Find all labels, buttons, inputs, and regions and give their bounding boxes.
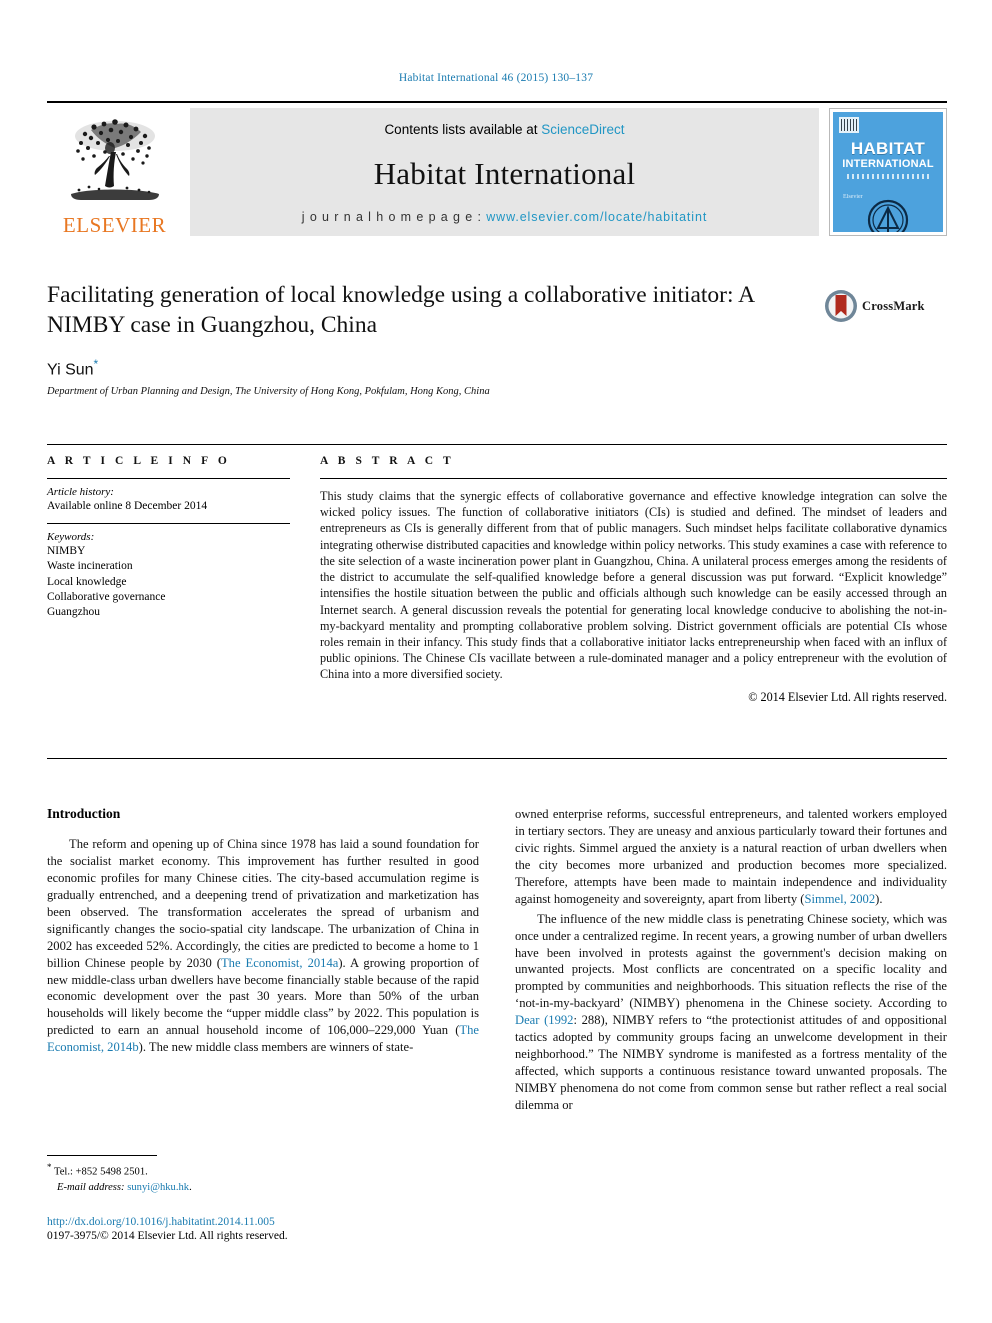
footnote-email-tail: . xyxy=(189,1181,192,1193)
journal-name: Habitat International xyxy=(373,155,636,191)
citation-dear-1992[interactable]: Dear (1992 xyxy=(515,1013,573,1027)
footnote-email-label: E-mail address: xyxy=(57,1181,125,1193)
article-history-label: Article history: xyxy=(47,486,114,498)
paragraph-text: The influence of the new middle class is… xyxy=(515,911,947,1011)
paragraph-right-2: The influence of the new middle class is… xyxy=(515,911,947,1114)
cover-barcode-icon xyxy=(839,117,859,133)
paragraph-right-1: owned enterprise reforms, successful ent… xyxy=(515,806,947,908)
author-line: Yi Sun* xyxy=(47,357,807,379)
keyword-item: Waste incineration xyxy=(47,560,133,573)
crossmark-badge[interactable]: CrossMark xyxy=(824,289,944,323)
keyword-item: NIMBY xyxy=(47,545,86,558)
footnote-email-link[interactable]: sunyi@hku.hk xyxy=(127,1182,189,1193)
abstract-heading: A B S T R A C T xyxy=(320,455,455,467)
issn-copyright: 0197-3975/© 2014 Elsevier Ltd. All right… xyxy=(47,1230,288,1243)
journal-banner: ELSEVIER Contents lists available at Sci… xyxy=(47,101,947,236)
info-abstract-section: A R T I C L E I N F O Article history: A… xyxy=(47,444,947,705)
doi-link[interactable]: http://dx.doi.org/10.1016/j.habitatint.2… xyxy=(47,1215,547,1229)
column-gap xyxy=(290,455,320,705)
article-info-column: A R T I C L E I N F O Article history: A… xyxy=(47,455,290,705)
paragraph-text: ). xyxy=(875,891,883,906)
right-column: owned enterprise reforms, successful ent… xyxy=(515,806,947,1117)
section-title-introduction: Introduction xyxy=(47,806,121,821)
author-name: Yi Sun xyxy=(47,361,94,379)
elsevier-tree-icon xyxy=(70,119,159,200)
article-info-heading: A R T I C L E I N F O xyxy=(47,455,231,467)
homepage-label: j o u r n a l h o m e p a g e : xyxy=(301,210,487,224)
keywords-block: Keywords: NIMBY Waste incineration Local… xyxy=(47,524,290,629)
journal-banner-center: Contents lists available at ScienceDirec… xyxy=(190,108,819,236)
crossmark-label: CrossMark xyxy=(862,298,925,313)
paragraph-left-1: The reform and opening up of China since… xyxy=(47,836,479,1056)
crossmark-icon xyxy=(825,290,857,322)
cover-small-note: Elsevier xyxy=(843,194,863,200)
page-footer: http://dx.doi.org/10.1016/j.habitatint.2… xyxy=(47,1215,547,1244)
iahs-emblem-icon xyxy=(867,199,909,232)
cover-rule xyxy=(847,174,929,179)
footnote-tel-text: Tel.: +852 5498 2501. xyxy=(51,1166,148,1178)
footnote-email: E-mail address: sunyi@hku.hk. xyxy=(47,1180,479,1195)
body-columns: Introduction The reform and opening up o… xyxy=(47,806,947,1117)
paper-page: Habitat International 46 (2015) 130–137 xyxy=(0,0,992,1323)
abstract-rule-bottom xyxy=(47,758,947,759)
paragraph-text: : 288), NIMBY refers to “the protectioni… xyxy=(515,1013,948,1112)
running-head: Habitat International 46 (2015) 130–137 xyxy=(398,72,594,84)
affiliation: Department of Urban Planning and Design,… xyxy=(47,386,490,398)
left-column: Introduction The reform and opening up o… xyxy=(47,806,479,1117)
contents-prefix: Contents lists available at xyxy=(384,122,542,137)
abstract-text: This study claims that the synergic effe… xyxy=(320,489,947,682)
paragraph-text: The reform and opening up of China since… xyxy=(47,837,479,970)
page-title: Facilitating generation of local knowled… xyxy=(47,282,754,339)
footnote-rule xyxy=(47,1155,157,1156)
article-history-block: Article history: Available online 8 Dece… xyxy=(47,479,290,523)
journal-cover-thumbnail: HABITAT INTERNATIONAL Elsevier xyxy=(829,108,947,236)
article-history-value: Available online 8 December 2014 xyxy=(47,500,208,512)
author-corresponding-marker: * xyxy=(93,357,99,372)
footnote-area: * Tel.: +852 5498 2501. E-mail address: … xyxy=(47,1155,479,1195)
cover-subtitle: INTERNATIONAL xyxy=(842,158,934,170)
abstract-copyright: © 2014 Elsevier Ltd. All rights reserved… xyxy=(748,689,947,704)
contents-available-line: Contents lists available at ScienceDirec… xyxy=(384,122,624,137)
footnote-tel: * Tel.: +852 5498 2501. xyxy=(47,1161,479,1180)
abstract-column: A B S T R A C T This study claims that t… xyxy=(320,455,947,705)
elsevier-wordmark: ELSEVIER xyxy=(62,213,167,237)
title-block: Facilitating generation of local knowled… xyxy=(47,280,807,397)
column-gutter xyxy=(479,806,515,1117)
elsevier-logo: ELSEVIER xyxy=(47,108,182,236)
sciencedirect-link[interactable]: ScienceDirect xyxy=(541,122,624,137)
homepage-url[interactable]: www.elsevier.com/locate/habitatint xyxy=(486,210,707,224)
cover-title: HABITAT xyxy=(850,139,926,158)
keyword-item: Guangzhou xyxy=(47,606,101,619)
keyword-item: Collaborative governance xyxy=(47,591,166,604)
keyword-item: Local knowledge xyxy=(47,575,127,588)
citation-economist-2014a[interactable]: The Economist, 2014a xyxy=(221,956,338,970)
journal-homepage-line: j o u r n a l h o m e p a g e : www.else… xyxy=(302,210,707,224)
citation-simmel-2002[interactable]: Simmel, 2002 xyxy=(804,892,875,906)
keywords-label: Keywords: xyxy=(47,531,95,544)
paragraph-text: ). The new middle class members are winn… xyxy=(138,1040,414,1055)
